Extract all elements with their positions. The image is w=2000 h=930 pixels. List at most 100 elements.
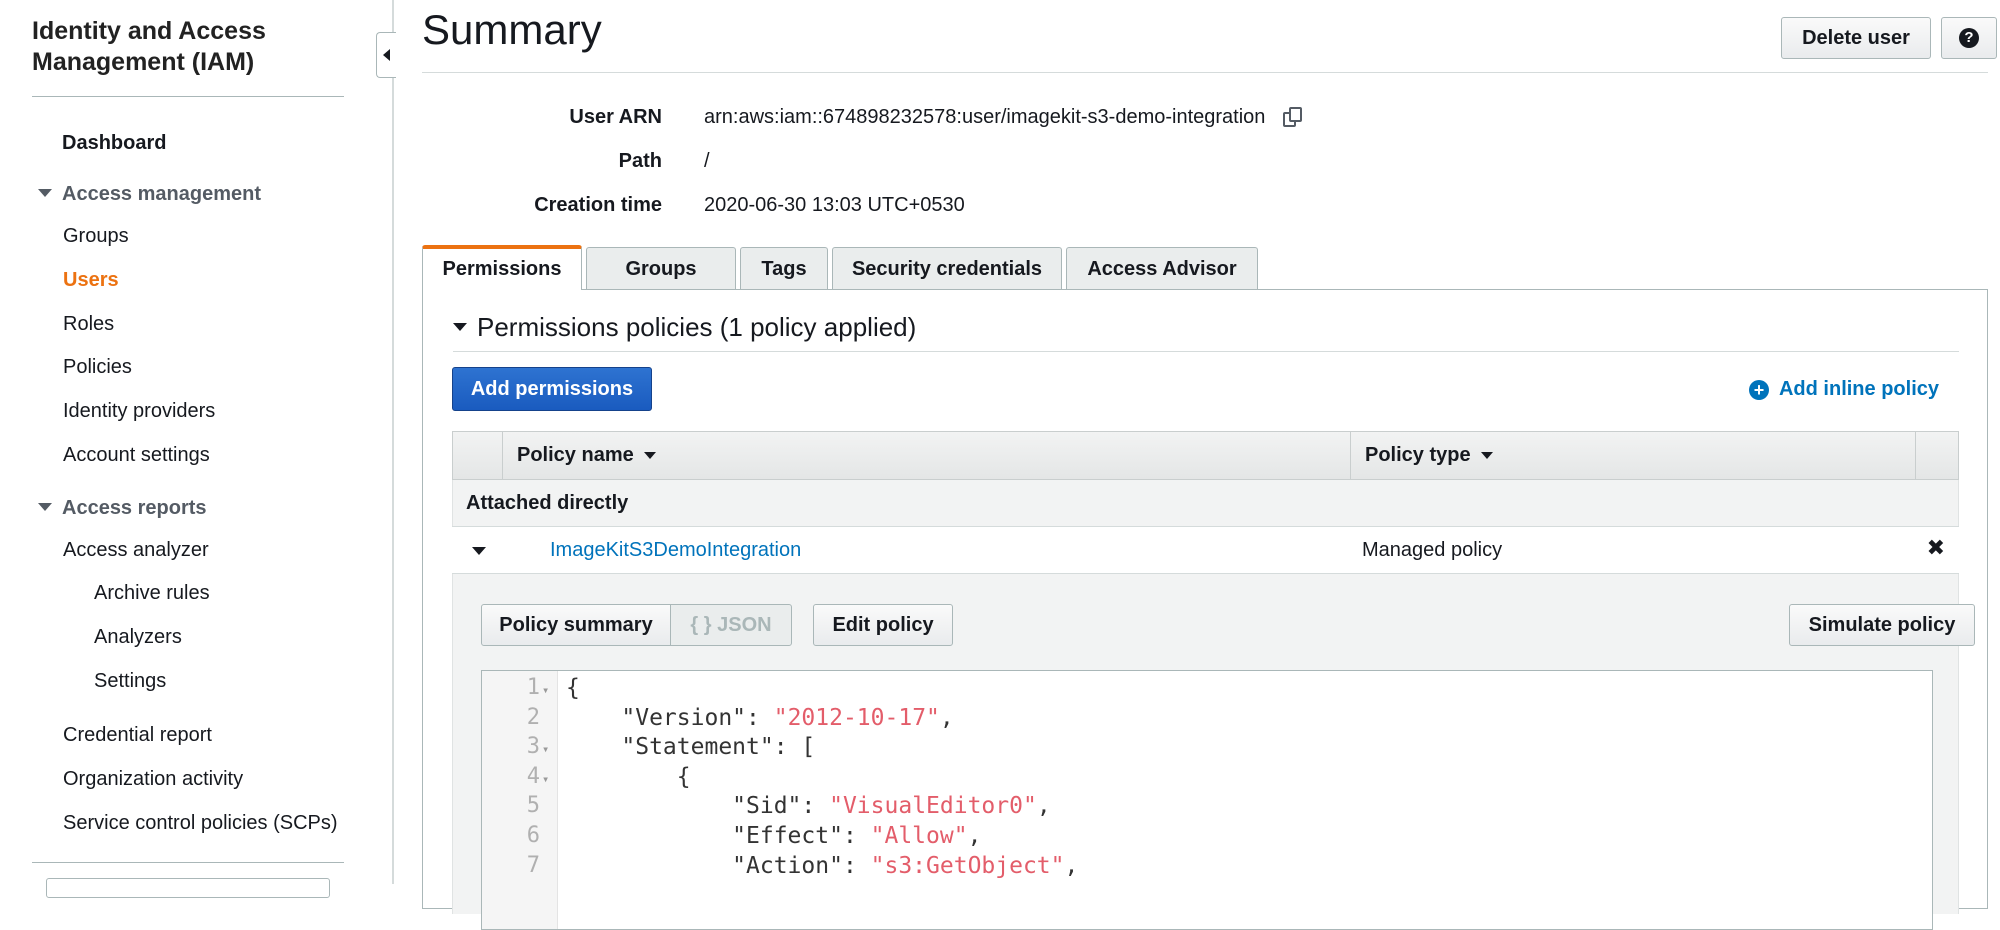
- code-tail: ,: [967, 823, 982, 849]
- code-plain: "Action":: [566, 852, 871, 879]
- code-line: "Effect": "Allow",: [566, 823, 981, 849]
- section-label: Access reports: [62, 497, 207, 519]
- code-line: "Action": "s3:GetObject",: [566, 853, 1078, 879]
- policy-type-value: Managed policy: [1362, 539, 1503, 561]
- help-button[interactable]: ?: [1941, 17, 1997, 59]
- sidebar-item-settings[interactable]: Settings: [94, 670, 166, 693]
- expand-caret-icon[interactable]: [472, 547, 486, 555]
- line-number: 4: [526, 763, 540, 789]
- section-title: Permissions policies (1 policy applied): [477, 312, 917, 342]
- add-permissions-button[interactable]: Add permissions: [452, 367, 652, 411]
- sort-caret-icon: [1480, 452, 1493, 459]
- sidebar-item-groups[interactable]: Groups: [63, 225, 129, 248]
- sidebar-title[interactable]: Identity and Access Management (IAM): [32, 16, 352, 78]
- tab-security-credentials[interactable]: Security credentials: [832, 247, 1062, 290]
- actions-column-header: [1916, 432, 1959, 479]
- code-plain: {: [566, 675, 580, 701]
- sidebar-section-access-reports[interactable]: Access reports: [38, 497, 207, 520]
- creation-time-label: Creation time: [534, 194, 662, 216]
- sidebar-item-access-analyzer[interactable]: Access analyzer: [63, 539, 209, 562]
- caret-down-icon: [453, 323, 467, 332]
- tab-access-advisor[interactable]: Access Advisor: [1066, 247, 1258, 290]
- section-divider: [453, 351, 1959, 352]
- sidebar-item-roles[interactable]: Roles: [63, 313, 114, 336]
- path-value: /: [704, 150, 710, 172]
- sidebar-item-organization-activity[interactable]: Organization activity: [63, 768, 243, 791]
- tab-groups[interactable]: Groups: [586, 247, 736, 290]
- sidebar-item-users[interactable]: Users: [63, 269, 119, 292]
- caret-down-icon: [38, 502, 52, 511]
- code-tail: ,: [1064, 852, 1079, 879]
- fold-caret-icon[interactable]: ▾: [542, 772, 549, 786]
- sidebar-search-input[interactable]: [46, 878, 330, 898]
- policies-table-header: Policy name Policy type: [452, 431, 1959, 480]
- arn-value: arn:aws:iam::674898232578:user/imagekit-…: [704, 106, 1303, 129]
- sidebar-border: [392, 0, 394, 884]
- path-label: Path: [618, 150, 662, 172]
- add-inline-label: Add inline policy: [1778, 378, 1939, 400]
- page-title: Summary: [422, 6, 602, 53]
- line-number: 5: [526, 793, 540, 819]
- code-line: {: [566, 675, 580, 701]
- group-row-attached-directly: Attached directly: [452, 480, 1959, 526]
- remove-policy-icon[interactable]: ✖: [1927, 535, 1945, 561]
- fold-caret-icon[interactable]: ▾: [542, 683, 549, 697]
- code-tail: ,: [1036, 793, 1051, 820]
- sidebar-item-policies[interactable]: Policies: [63, 356, 132, 379]
- line-number: 1: [526, 675, 540, 700]
- policy-summary-button[interactable]: Policy summary: [481, 604, 671, 646]
- collapse-sidebar-button[interactable]: [376, 32, 396, 78]
- json-editor[interactable]: 1 ▾ 2 3 ▾ 4 ▾ 5 6 7 { "Version": "2012-10-17", "S…: [481, 670, 1933, 930]
- sidebar-item-account-settings[interactable]: Account settings: [63, 444, 210, 467]
- permissions-policies-header[interactable]: Permissions policies (1 policy applied): [453, 312, 916, 343]
- creation-time-value: 2020-06-30 13:03 UTC+0530: [704, 194, 965, 216]
- code-string: "VisualEditor0": [829, 793, 1037, 820]
- section-label: Access management: [62, 183, 261, 205]
- sidebar-section-access-management[interactable]: Access management: [38, 183, 261, 206]
- code-string: "s3:GetObject": [870, 852, 1065, 879]
- permissions-panel: Permissions policies (1 policy applied) …: [422, 289, 1988, 930]
- code-line: "Version": "2012-10-17",: [566, 704, 954, 731]
- code-tail: ,: [939, 704, 954, 731]
- arn-label: User ARN: [569, 106, 662, 128]
- caret-left-icon: [383, 49, 390, 61]
- column-label: Policy type: [1365, 444, 1471, 466]
- column-header-policy-type[interactable]: Policy type: [1351, 432, 1916, 479]
- main-content: Summary Delete user ? User ARN arn:aws:i…: [422, 0, 2000, 930]
- sidebar: Identity and Access Management (IAM) Das…: [0, 0, 392, 898]
- sidebar-divider: [32, 96, 344, 97]
- title-divider: [422, 72, 1988, 73]
- policy-name-link[interactable]: ImageKitS3DemoIntegration: [550, 539, 801, 562]
- sidebar-item-analyzers[interactable]: Analyzers: [94, 626, 182, 649]
- plus-circle-icon: +: [1748, 379, 1769, 400]
- edit-policy-button[interactable]: Edit policy: [813, 604, 953, 646]
- caret-down-icon: [38, 188, 52, 197]
- sidebar-item-scps[interactable]: Service control policies (SCPs): [63, 812, 338, 835]
- code-line: "Statement": [: [566, 734, 815, 760]
- tab-permissions[interactable]: Permissions: [422, 245, 582, 290]
- table-row: ImageKitS3DemoIntegration Managed policy…: [452, 526, 1959, 574]
- line-number: 2: [526, 704, 540, 730]
- line-number: 3: [526, 734, 540, 760]
- policy-detail: Policy summary { } JSON Edit policy Simu…: [452, 574, 1975, 930]
- delete-user-button[interactable]: Delete user: [1781, 17, 1931, 59]
- tab-tags[interactable]: Tags: [740, 247, 828, 290]
- sidebar-item-dashboard[interactable]: Dashboard: [62, 132, 166, 155]
- code-line: "Sid": "VisualEditor0",: [566, 793, 1051, 819]
- sidebar-item-credential-report[interactable]: Credential report: [63, 724, 212, 747]
- sidebar-item-archive-rules[interactable]: Archive rules: [94, 582, 210, 605]
- code-plain: {: [566, 763, 691, 790]
- sort-caret-icon: [643, 452, 656, 459]
- json-button[interactable]: { } JSON: [670, 604, 792, 646]
- add-inline-policy-link[interactable]: + Add inline policy: [1748, 378, 1939, 401]
- line-number: 7: [526, 852, 540, 878]
- column-label: Policy name: [517, 444, 634, 466]
- code-line: {: [566, 764, 691, 790]
- column-header-policy-name[interactable]: Policy name: [503, 432, 1351, 479]
- fold-caret-icon[interactable]: ▾: [542, 742, 549, 756]
- copy-icon[interactable]: [1283, 106, 1303, 129]
- sidebar-item-identity-providers[interactable]: Identity providers: [63, 400, 215, 423]
- select-column-header: [453, 432, 503, 479]
- simulate-policy-button[interactable]: Simulate policy: [1789, 604, 1975, 646]
- line-number: 6: [526, 823, 540, 848]
